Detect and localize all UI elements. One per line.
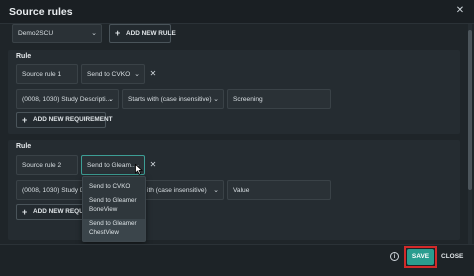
rule-1-remove-icon[interactable]: ✕ (148, 64, 158, 84)
chevron-down-icon: ⌄ (108, 96, 114, 103)
chevron-down-icon: ⌄ (213, 96, 219, 103)
scrollbar-thumb[interactable] (468, 30, 472, 190)
rule-2-heading: Rule (16, 143, 32, 150)
rule-2-operator-value: ith (case insensitive) (147, 187, 207, 194)
chevron-down-icon: ⌄ (213, 187, 219, 194)
source-select-value: Demo2SCU (18, 30, 54, 37)
rule-1-target-select[interactable]: Send to CVKO ⌄ (81, 64, 145, 84)
rule-1-operator-value: Starts with (case insensitive) (128, 96, 212, 103)
close-button[interactable]: CLOSE (441, 249, 463, 265)
rule-1-name-value: Source rule 1 (22, 71, 62, 78)
rule-1-name-input[interactable]: Source rule 1 (16, 64, 78, 84)
plus-icon: + (22, 115, 28, 125)
chevron-down-icon: ⌄ (91, 30, 97, 37)
rule-2-name-value: Source rule 2 (22, 162, 62, 169)
rule-2-value-input[interactable]: Value (227, 180, 331, 200)
rule-2-value-text: Value (233, 187, 250, 194)
rule-1-target-value: Send to CVKO (87, 71, 131, 78)
save-button[interactable]: SAVE (407, 249, 434, 265)
dialog-footer (0, 244, 474, 276)
rule-2-name-input[interactable]: Source rule 2 (16, 155, 78, 175)
add-new-rule-button[interactable]: + ADD NEW RULE (109, 24, 176, 43)
rule-1-value-input[interactable]: Screening (227, 89, 331, 109)
rule-2-target-value: Send to Gleam... (87, 162, 137, 169)
chevron-down-icon: ⌄ (134, 71, 140, 78)
rule-1-heading: Rule (16, 53, 32, 60)
rule-1-value-text: Screening (233, 96, 263, 103)
rule-1-tag-select[interactable]: (0008, 1030) Study Descripti... ⌄ (16, 89, 119, 109)
close-icon[interactable]: ✕ (454, 5, 466, 17)
add-new-rule-label: ADD NEW RULE (126, 30, 176, 37)
rule-1-add-requirement-label: ADD NEW REQUIREMENT (33, 116, 113, 123)
mouse-cursor-icon (135, 164, 143, 175)
plus-icon: + (22, 207, 28, 217)
source-select[interactable]: Demo2SCU ⌄ (12, 24, 102, 43)
target-dropdown-menu: Send to CVKO Send to Gleamer BoneView Se… (82, 176, 146, 242)
dropdown-option-boneview[interactable]: Send to Gleamer BoneView (83, 196, 143, 216)
rule-2-remove-icon[interactable]: ✕ (148, 155, 158, 175)
dropdown-option-cvko[interactable]: Send to CVKO (83, 181, 145, 193)
rule-1-add-requirement-button[interactable]: + ADD NEW REQUIREMENT (16, 112, 113, 128)
rule-1-tag-value: (0008, 1030) Study Descripti... (22, 96, 112, 103)
plus-icon: + (115, 28, 121, 38)
info-icon[interactable]: i (390, 252, 399, 261)
rule-1-operator-select[interactable]: Starts with (case insensitive) ⌄ (122, 89, 224, 109)
dropdown-option-chestview[interactable]: Send to Gleamer ChestView (83, 219, 145, 241)
dialog-title: Source rules (9, 6, 73, 18)
